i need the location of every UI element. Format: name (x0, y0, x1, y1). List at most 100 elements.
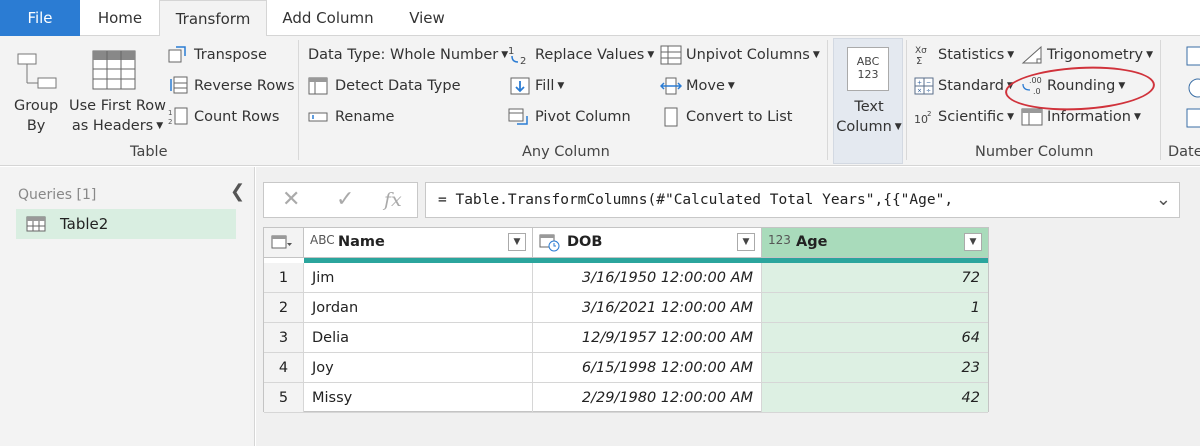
ribbon-separator (298, 40, 299, 160)
group-by-button[interactable]: Group By (14, 96, 58, 136)
table-row: 3 Delia 12/9/1957 12:00:00 AM 64 (264, 323, 988, 353)
text-type-icon[interactable]: ABC (310, 233, 335, 247)
chevron-down-icon: ▼ (557, 81, 565, 91)
ribbon-tab-bar: File Home Transform Add Column View (0, 0, 1200, 37)
column-header-age[interactable]: 123 Age ▼ (762, 228, 988, 258)
cell-dob[interactable]: 3/16/1950 12:00:00 AM (533, 263, 762, 293)
tab-transform[interactable]: Transform (159, 0, 267, 37)
row-number[interactable]: 3 (264, 323, 304, 353)
use-first-row-as-headers-button[interactable]: Use First Row as Headers ▼ (69, 96, 166, 136)
scientific-button[interactable]: Scientific ▼ (938, 109, 1014, 125)
svg-text:+: + (917, 80, 922, 87)
statistics-button[interactable]: Statistics ▼ (938, 47, 1014, 63)
convert-to-list-icon (664, 107, 678, 131)
queries-pane: Queries [1] ❮ Table2 (0, 167, 255, 446)
filter-dropdown-icon[interactable]: ▼ (964, 233, 982, 251)
table-row: 5 Missy 2/29/1980 12:00:00 AM 42 (264, 383, 988, 413)
cell-dob[interactable]: 6/15/1998 12:00:00 AM (533, 353, 762, 383)
fill-button[interactable]: Fill ▼ (535, 78, 564, 94)
text-column-button[interactable]: ABC 123 Text Column ▼ (833, 38, 903, 164)
pivot-column-icon (508, 108, 530, 132)
row-number[interactable]: 1 (264, 263, 304, 293)
column-header-name[interactable]: ABC Name ▼ (304, 228, 533, 258)
cell-name[interactable]: Delia (304, 323, 533, 353)
chevron-down-icon: ▼ (156, 121, 164, 131)
standard-button[interactable]: Standard ▼ (938, 78, 1014, 94)
scientific-icon: 10 2 (914, 108, 936, 130)
rename-button[interactable]: Rename (335, 109, 394, 125)
cell-name[interactable]: Jordan (304, 293, 533, 323)
svg-text:2: 2 (927, 110, 931, 118)
chevron-down-icon: ▼ (1146, 50, 1154, 60)
collapse-pane-icon[interactable]: ❮ (230, 181, 245, 202)
svg-text:10: 10 (914, 113, 928, 126)
cell-age[interactable]: 1 (762, 293, 988, 323)
move-button[interactable]: Move ▼ (686, 78, 735, 94)
query-item-table2[interactable]: Table2 (16, 209, 236, 239)
svg-text:−: − (926, 80, 931, 87)
cell-name[interactable]: Missy (304, 383, 533, 413)
svg-text:÷: ÷ (926, 88, 931, 95)
column-header-label: DOB (567, 234, 603, 250)
group-by-icon (16, 52, 60, 94)
cancel-formula-icon[interactable]: ✕ (282, 187, 300, 212)
text-column-label: Text Column ▼ (836, 99, 902, 135)
transpose-button[interactable]: Transpose (194, 47, 267, 63)
unpivot-columns-button[interactable]: Unpivot Columns ▼ (686, 47, 820, 63)
information-button[interactable]: Information ▼ (1047, 109, 1141, 125)
replace-values-button[interactable]: Replace Values ▼ (535, 47, 654, 63)
count-rows-button[interactable]: Count Rows (194, 109, 279, 125)
cell-age[interactable]: 64 (762, 323, 988, 353)
cell-age[interactable]: 42 (762, 383, 988, 413)
whole-number-type-icon[interactable]: 123 (768, 233, 791, 247)
chevron-down-icon: ▼ (1007, 112, 1015, 122)
tab-add-column[interactable]: Add Column (272, 0, 384, 36)
cell-name[interactable]: Jim (304, 263, 533, 293)
group-label-any-column: Any Column (522, 144, 610, 160)
time-icon (1186, 78, 1200, 102)
row-number[interactable]: 4 (264, 353, 304, 383)
cell-dob[interactable]: 12/9/1957 12:00:00 AM (533, 323, 762, 353)
date-icon (1186, 46, 1200, 70)
trigonometry-button[interactable]: Trigonometry ▼ (1047, 47, 1153, 63)
chevron-down-icon: ▼ (1133, 112, 1141, 122)
grid-corner-menu[interactable] (264, 228, 304, 258)
convert-to-list-button[interactable]: Convert to List (686, 109, 792, 125)
use-first-row-icon (92, 50, 136, 94)
tab-home[interactable]: Home (86, 0, 154, 36)
row-number[interactable]: 5 (264, 383, 304, 413)
chevron-down-icon: ▼ (1007, 50, 1015, 60)
svg-text:1: 1 (508, 46, 514, 57)
svg-text:Xσ: Xσ (915, 46, 927, 56)
move-icon (659, 76, 683, 100)
row-number[interactable]: 2 (264, 293, 304, 323)
formula-text: = Table.TransformColumns(#"Calculated To… (438, 192, 954, 208)
tab-file[interactable]: File (0, 0, 80, 36)
trigonometry-icon (1021, 45, 1043, 69)
detect-data-type-button[interactable]: Detect Data Type (335, 78, 461, 94)
data-type-dropdown[interactable]: Data Type: Whole Number ▼ (308, 47, 508, 63)
column-header-dob[interactable]: DOB ▼ (533, 228, 762, 258)
cell-dob[interactable]: 2/29/1980 12:00:00 AM (533, 383, 762, 413)
ribbon-separator (827, 40, 828, 160)
group-label-number-column: Number Column (975, 144, 1094, 160)
group-label-date: Date (1168, 144, 1200, 160)
expand-formula-icon[interactable]: ⌄ (1156, 189, 1171, 210)
reverse-rows-button[interactable]: Reverse Rows (194, 78, 295, 94)
filter-dropdown-icon[interactable]: ▼ (508, 233, 526, 251)
fx-icon[interactable]: fx (384, 189, 402, 211)
statistics-icon: Xσ Σ (914, 44, 934, 70)
pivot-column-button[interactable]: Pivot Column (535, 109, 631, 125)
count-rows-icon: 12 (168, 107, 188, 129)
cell-age[interactable]: 72 (762, 263, 988, 293)
cell-dob[interactable]: 3/16/2021 12:00:00 AM (533, 293, 762, 323)
svg-text:2: 2 (168, 118, 172, 125)
cell-name[interactable]: Joy (304, 353, 533, 383)
filter-dropdown-icon[interactable]: ▼ (737, 233, 755, 251)
datetime-type-icon[interactable] (539, 234, 561, 256)
reverse-rows-icon (168, 76, 188, 98)
formula-input[interactable]: = Table.TransformColumns(#"Calculated To… (425, 182, 1180, 218)
tab-view[interactable]: View (395, 0, 459, 36)
commit-formula-icon[interactable]: ✓ (336, 187, 354, 212)
cell-age[interactable]: 23 (762, 353, 988, 383)
